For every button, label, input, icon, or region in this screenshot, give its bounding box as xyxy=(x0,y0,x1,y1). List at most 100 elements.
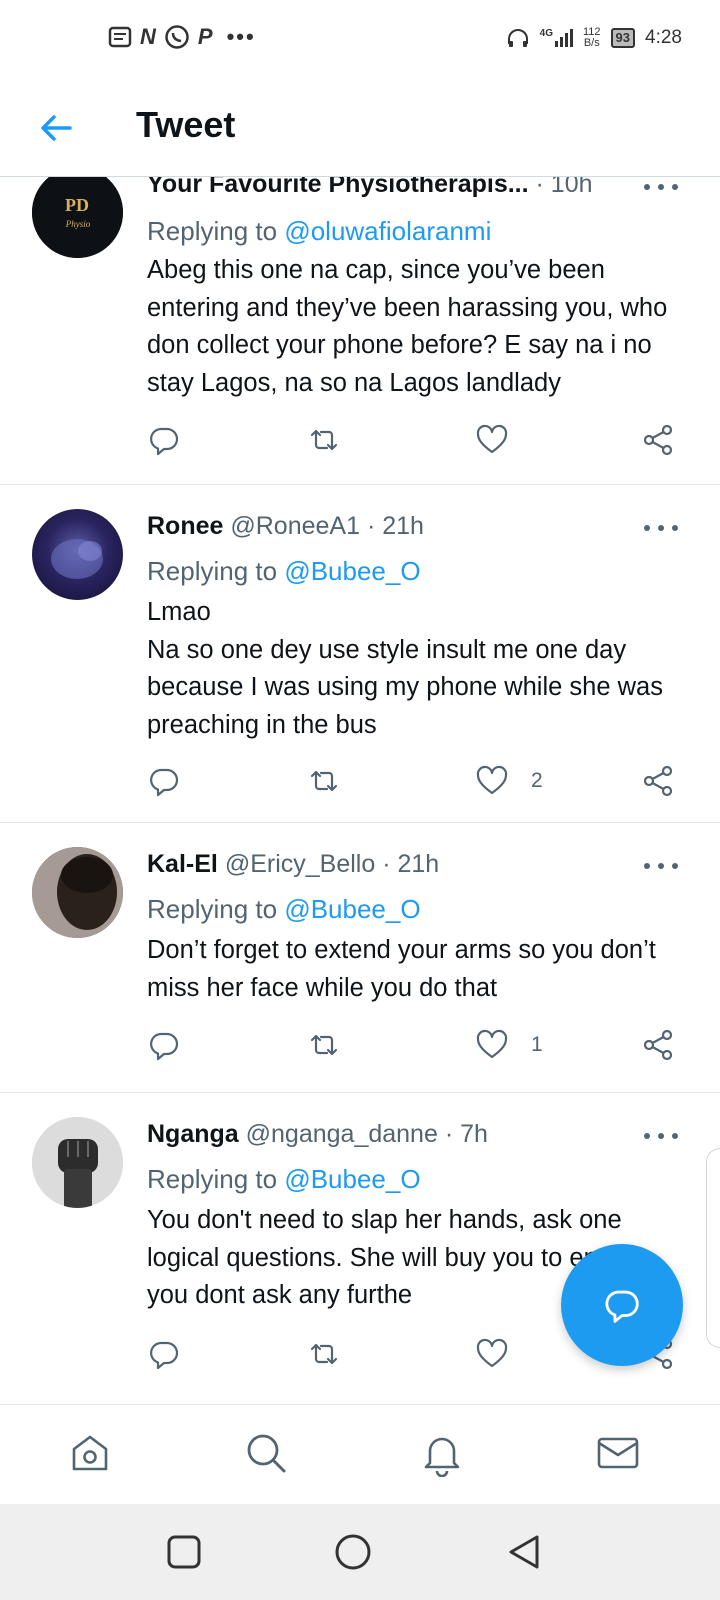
nav-search[interactable] xyxy=(242,1429,290,1477)
clock: 4:28 xyxy=(645,27,682,48)
more-notifications: ••• xyxy=(226,24,256,49)
nav-notifications[interactable] xyxy=(418,1429,466,1478)
reply-button[interactable] xyxy=(147,1025,181,1065)
signal-icon: 4G xyxy=(540,29,573,47)
avatar[interactable] xyxy=(32,1117,123,1208)
headphones-icon xyxy=(507,29,528,47)
retweet-icon xyxy=(310,770,338,792)
like-icon xyxy=(476,424,508,454)
more-options-button[interactable] xyxy=(644,1126,678,1146)
profile-photo-icon xyxy=(32,847,123,938)
share-icon xyxy=(643,1029,673,1061)
avatar[interactable] xyxy=(32,509,123,600)
tweet-header: Ronee @RoneeA1 · 21h xyxy=(147,512,424,541)
tweet-actions: 2 xyxy=(147,761,687,801)
retweet-button[interactable] xyxy=(307,1334,341,1374)
home-system-button[interactable] xyxy=(333,1532,373,1572)
arrow-left-icon xyxy=(41,115,72,141)
retweet-button[interactable] xyxy=(307,761,341,801)
like-button[interactable] xyxy=(475,420,531,460)
author-name[interactable]: Nganga xyxy=(147,1120,239,1148)
like-count: 1 xyxy=(531,1033,543,1056)
retweet-icon xyxy=(310,1034,338,1056)
more-options-button[interactable] xyxy=(644,177,678,197)
tweet-time: · 10h xyxy=(535,177,593,198)
like-icon xyxy=(476,1029,508,1059)
reply-icon xyxy=(150,1341,179,1370)
more-options-button[interactable] xyxy=(644,856,678,876)
status-bar: N P ••• 4G 112 B/s 93 4:28 xyxy=(0,0,720,80)
reply-handle-link[interactable]: @Bubee_O xyxy=(284,1164,420,1194)
reply-handle-link[interactable]: @Bubee_O xyxy=(284,556,420,586)
share-icon xyxy=(643,765,673,797)
like-button[interactable]: 2 xyxy=(475,761,543,801)
tweet-header: Your Favourite Physiotherapis... · 10h xyxy=(147,177,593,199)
tweet[interactable]: PD Physio Your Favourite Physiotherapis..… xyxy=(0,177,720,485)
reply-handle-link[interactable]: @Bubee_O xyxy=(284,894,420,924)
author-handle[interactable]: @RoneeA1 xyxy=(230,512,360,540)
bottom-nav xyxy=(0,1404,720,1504)
replying-to-label: Replying to xyxy=(147,556,285,586)
tweet-header: Nganga @nganga_danne · 7h xyxy=(147,1120,488,1149)
share-icon xyxy=(643,424,673,456)
nav-home[interactable] xyxy=(66,1429,114,1477)
tweet-time: · 7h xyxy=(444,1120,488,1148)
battery-icon: 93 xyxy=(610,28,636,48)
recents-icon xyxy=(167,1535,201,1569)
page-title: Tweet xyxy=(136,104,236,145)
like-icon xyxy=(476,765,508,795)
notifications-icon xyxy=(424,1437,460,1478)
author-handle[interactable]: @nganga_danne xyxy=(246,1120,438,1148)
tweet[interactable]: Ronee @RoneeA1 · 21h Replying to @Bubee_… xyxy=(0,485,720,823)
reply-icon xyxy=(150,1032,179,1061)
author-name[interactable]: Ronee xyxy=(147,512,223,540)
tweet[interactable]: Kal-El @Ericy_Bello · 21h Replying to @B… xyxy=(0,823,720,1093)
recents-button[interactable] xyxy=(164,1532,204,1572)
home-icon xyxy=(72,1435,108,1471)
share-button[interactable] xyxy=(641,761,675,801)
reply-button[interactable] xyxy=(147,761,181,801)
like-button[interactable]: 1 xyxy=(475,1025,543,1065)
back-button[interactable] xyxy=(36,110,76,146)
avatar[interactable]: PD Physio xyxy=(32,177,123,258)
nav-messages[interactable] xyxy=(594,1429,642,1477)
message-icon xyxy=(108,26,132,48)
author-name[interactable]: Your Favourite Physiotherapis... xyxy=(147,177,529,198)
reply-handle-link[interactable]: @oluwafiolaranmi xyxy=(284,216,491,246)
avatar[interactable] xyxy=(32,847,123,938)
share-button[interactable] xyxy=(641,420,675,460)
top-header: Tweet xyxy=(0,80,720,177)
whatsapp-icon xyxy=(165,25,189,49)
side-edge-handle[interactable] xyxy=(706,1148,720,1348)
tweet-text: Abeg this one na cap, since you’ve been … xyxy=(147,256,668,397)
like-icon xyxy=(476,1338,508,1368)
reply-button[interactable] xyxy=(147,420,181,460)
tweet-header: Kal-El @Ericy_Bello · 21h xyxy=(147,850,439,879)
tweet-actions: 1 xyxy=(147,1025,687,1065)
like-button[interactable] xyxy=(475,1334,531,1374)
replying-to: Replying to @Bubee_O xyxy=(147,1164,421,1195)
back-triangle-icon xyxy=(509,1535,539,1569)
retweet-button[interactable] xyxy=(307,420,341,460)
author-handle[interactable]: @Ericy_Bello xyxy=(225,850,375,878)
reply-icon xyxy=(150,427,179,456)
reply-button[interactable] xyxy=(147,1334,181,1374)
replying-to-label: Replying to xyxy=(147,1164,285,1194)
replying-to: Replying to @Bubee_O xyxy=(147,894,421,925)
author-name[interactable]: Kal-El xyxy=(147,850,218,878)
home-circle-icon xyxy=(335,1534,371,1570)
retweet-button[interactable] xyxy=(307,1025,341,1065)
tweet-time: · 21h xyxy=(382,850,440,878)
like-count: 2 xyxy=(531,769,543,792)
more-options-button[interactable] xyxy=(644,518,678,538)
physio-logo-icon: PD Physio xyxy=(32,177,123,258)
p-app-icon: P xyxy=(197,24,213,49)
reply-feed[interactable]: PD Physio Your Favourite Physiotherapis..… xyxy=(0,177,720,1404)
back-system-button[interactable] xyxy=(504,1532,544,1572)
search-icon xyxy=(247,1434,286,1473)
messages-icon xyxy=(597,1437,639,1469)
share-button[interactable] xyxy=(641,1025,675,1065)
retweet-icon xyxy=(310,429,338,451)
system-nav-bar xyxy=(0,1504,720,1600)
compose-reply-button[interactable] xyxy=(561,1244,683,1366)
